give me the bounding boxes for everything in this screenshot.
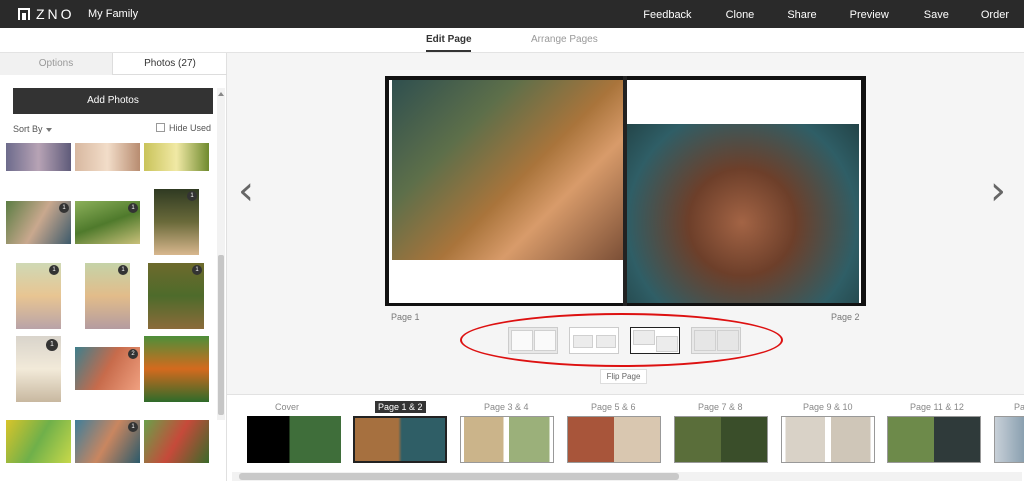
hide-used-label: Hide Used — [169, 123, 212, 133]
filmstrip-label-cover[interactable]: Cover — [275, 402, 299, 412]
save-button[interactable]: Save — [924, 0, 949, 28]
active-tab-underline — [426, 50, 471, 52]
usage-count-badge: 1 — [46, 339, 58, 351]
photo-thumbnail[interactable] — [6, 420, 71, 463]
photo-thumbnail[interactable]: 1 — [16, 336, 61, 402]
tab-edit-page[interactable]: Edit Page — [426, 34, 472, 45]
sort-by-label: Sort By — [13, 124, 43, 134]
feedback-button[interactable]: Feedback — [643, 0, 691, 28]
sub-nav: Edit Page Arrange Pages — [0, 28, 1024, 53]
page-1-label: Page 1 — [391, 312, 420, 322]
tab-arrange-pages[interactable]: Arrange Pages — [531, 34, 598, 45]
layout-highlight-ellipse — [460, 313, 783, 367]
usage-count-badge: 2 — [128, 349, 138, 359]
filmstrip-label-current[interactable]: Page 1 & 2 — [375, 401, 426, 413]
filmstrip-label[interactable]: Page 9 & 10 — [803, 402, 853, 412]
filmstrip-spread[interactable] — [994, 416, 1024, 463]
usage-count-badge: 1 — [128, 203, 138, 213]
chevron-down-icon — [45, 127, 52, 132]
add-photos-button[interactable]: Add Photos — [13, 88, 213, 114]
filmstrip-spread[interactable] — [781, 416, 875, 463]
usage-count-badge: 1 — [59, 203, 69, 213]
chevron-right-icon[interactable]: › — [990, 171, 1006, 211]
photo-thumbnail[interactable] — [75, 143, 140, 171]
filmstrip-spread[interactable] — [460, 416, 554, 463]
photo-thumbnail[interactable]: 1 — [154, 189, 199, 255]
filmstrip-scroll-thumb[interactable] — [239, 473, 679, 480]
photo-thumbnail[interactable]: 1 — [16, 263, 61, 329]
filmstrip-label[interactable]: Pa — [1014, 402, 1024, 412]
top-bar: ZNO My Family Feedback Clone Share Previ… — [0, 0, 1024, 28]
page-2-label: Page 2 — [831, 312, 860, 322]
photo-thumbnail[interactable]: 1 — [75, 201, 140, 244]
filmstrip-label[interactable]: Page 3 & 4 — [484, 402, 529, 412]
filmstrip-label[interactable]: Page 7 & 8 — [698, 402, 743, 412]
photo-thumbnail[interactable]: 2 — [75, 347, 140, 390]
filmstrip-cover[interactable] — [247, 416, 341, 463]
photo-thumbnail[interactable]: 1 — [148, 263, 204, 329]
book-spine — [623, 76, 627, 306]
flip-page-button[interactable]: Flip Page — [600, 369, 647, 384]
panel-tabs: Options Photos (27) — [0, 53, 227, 75]
brand-name[interactable]: ZNO — [36, 6, 75, 22]
checkbox-icon — [156, 123, 165, 132]
page-2-photo[interactable] — [625, 124, 859, 303]
tab-options[interactable]: Options — [0, 53, 113, 75]
clone-button[interactable]: Clone — [726, 0, 755, 28]
usage-count-badge: 1 — [192, 265, 202, 275]
chevron-left-icon[interactable]: ‹ — [238, 171, 254, 211]
zno-logo-icon[interactable] — [18, 8, 30, 20]
scroll-up-arrow-icon[interactable] — [218, 92, 224, 96]
project-name[interactable]: My Family — [88, 8, 138, 20]
filmstrip-label[interactable]: Page 11 & 12 — [910, 402, 964, 412]
photo-thumbnail[interactable] — [6, 143, 71, 171]
photo-thumbnail[interactable]: 1 — [85, 263, 130, 329]
photo-thumbnail[interactable]: 1 — [6, 201, 71, 244]
page-2[interactable] — [625, 80, 861, 303]
order-button[interactable]: Order — [981, 0, 1009, 28]
filmstrip-spread[interactable] — [674, 416, 768, 463]
share-button[interactable]: Share — [787, 0, 816, 28]
usage-count-badge: 1 — [118, 265, 128, 275]
page-1[interactable] — [389, 80, 625, 303]
photo-thumbnail[interactable] — [144, 143, 209, 171]
preview-button[interactable]: Preview — [850, 0, 889, 28]
photo-thumbnail[interactable] — [144, 336, 209, 402]
hide-used-checkbox[interactable]: Hide Used — [156, 123, 211, 133]
filmstrip-spread[interactable] — [887, 416, 981, 463]
usage-count-badge: 1 — [49, 265, 59, 275]
filmstrip-label[interactable]: Page 5 & 6 — [591, 402, 636, 412]
usage-count-badge: 1 — [187, 191, 197, 201]
photo-list-scroll-thumb[interactable] — [218, 255, 224, 415]
tab-photos[interactable]: Photos (27) — [113, 53, 227, 75]
photo-thumbnail[interactable]: 1 — [75, 420, 140, 463]
photo-thumbnail[interactable] — [144, 420, 209, 463]
usage-count-badge: 1 — [128, 422, 138, 432]
page-1-photo[interactable] — [392, 80, 625, 260]
filmstrip-spread[interactable] — [567, 416, 661, 463]
top-nav: Feedback Clone Share Preview Save Order — [643, 0, 1024, 28]
filmstrip-spread-current[interactable] — [353, 416, 447, 463]
sort-by-dropdown[interactable]: Sort By — [13, 124, 52, 134]
